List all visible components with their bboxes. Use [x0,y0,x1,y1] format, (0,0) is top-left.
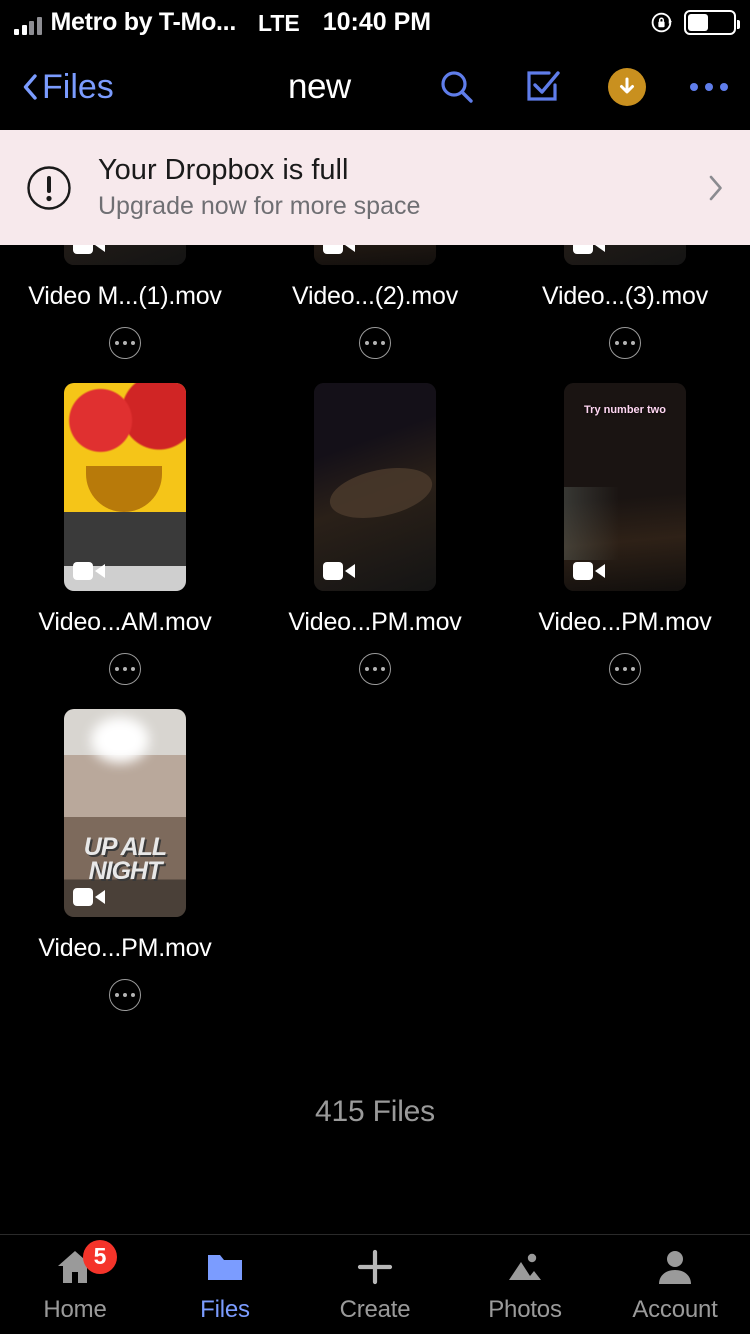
file-thumbnail[interactable]: UP ALL NIGHT [64,709,186,917]
tab-home[interactable]: 5 Home [0,1235,150,1334]
tab-create-label: Create [339,1295,411,1323]
file-name-label: Video...PM.mov [538,608,712,636]
video-camera-icon [323,562,355,580]
battery-icon [684,9,740,35]
file-grid-item[interactable]: Video M...(1).mov [0,265,250,359]
tab-files[interactable]: Files [150,1235,300,1334]
file-grid-item[interactable] [0,245,250,265]
checkbox-select-icon [527,71,560,101]
banner-subtitle: Upgrade now for more space [98,192,421,221]
file-grid-row: Video...AM.mov Video...PM.mov Try number t… [0,383,750,685]
home-badge: 5 [83,1239,117,1274]
file-grid-item[interactable]: Video...AM.mov [0,383,250,685]
video-camera-icon [73,562,105,580]
exclamation-circle-icon [27,165,71,210]
status-bar-left: Metro by T-Mo... LTE 10:40 PM [14,7,432,36]
banner-title: Your Dropbox is full [98,153,349,186]
tab-account-label: Account [632,1295,718,1323]
file-grid-item[interactable]: Video...PM.mov [250,383,500,685]
status-bar: Metro by T-Mo... LTE 10:40 PM [0,0,750,44]
storage-full-banner[interactable]: Your Dropbox is full Upgrade now for mor… [0,130,750,245]
file-thumbnail[interactable] [64,383,186,591]
thumbnail-overlay-title: UP ALL NIGHT [83,833,167,885]
folder-icon [205,1246,245,1288]
page-title: new [288,67,351,106]
file-grid-item[interactable]: Video...(2).mov [250,265,500,359]
file-thumbnail[interactable] [564,245,686,265]
tab-account[interactable]: Account [600,1235,750,1334]
file-more-button[interactable] [609,327,641,359]
video-camera-icon [73,245,105,254]
search-button[interactable] [436,66,478,108]
search-icon [441,71,473,103]
more-button[interactable] [690,83,728,91]
tab-photos[interactable]: Photos [450,1235,600,1334]
file-name-label: Video...(2).mov [291,282,459,310]
thumbnail-overlay-text: Try number two [584,403,666,416]
file-name-label: Video...PM.mov [288,608,462,636]
file-grid-item[interactable]: UP ALL NIGHT Video...PM.mov [0,709,250,1011]
file-thumbnail[interactable] [314,383,436,591]
carrier-label: Metro by T-Mo... [50,7,237,36]
plus-icon [355,1246,395,1288]
file-grid-row [0,245,750,265]
select-button[interactable] [522,66,564,108]
download-button[interactable] [608,68,646,106]
network-type-label: LTE [257,9,300,36]
nav-actions [436,66,728,108]
file-more-button[interactable] [109,653,141,685]
file-name-label: Video...AM.mov [38,608,212,636]
file-grid-item[interactable]: Video...(3).mov [500,265,750,359]
file-name-label: Video...(3).mov [541,282,709,310]
video-camera-icon [573,245,605,254]
person-icon [656,1246,694,1288]
banner-text: Your Dropbox is full Upgrade now for mor… [98,154,420,221]
file-thumbnail[interactable] [314,245,436,265]
file-count-label: 415 Files [315,1095,435,1128]
clock-label: 10:40 PM [322,7,432,36]
file-name-label: Video...PM.mov [38,934,212,962]
file-grid[interactable]: Video M...(1).mov Video...(2).mov Video...… [0,245,750,1234]
rotation-lock-icon [651,12,672,32]
more-horizontal-icon [690,83,698,91]
file-thumbnail[interactable]: Try number two [564,383,686,591]
status-bar-right [650,9,740,35]
file-grid-item[interactable]: Try number two Video...PM.mov [500,383,750,685]
download-arrow-icon [620,77,634,94]
signal-bars-icon [14,16,42,35]
tab-bar: 5 Home Files Create Photos Account [0,1234,750,1334]
chevron-left-icon [23,74,37,100]
file-more-button[interactable] [359,653,391,685]
file-grid-item[interactable] [250,245,500,265]
file-more-button[interactable] [109,979,141,1011]
chevron-right-icon [709,175,722,200]
photos-mountain-icon [505,1246,545,1288]
file-name-label: Video M...(1).mov [28,282,222,310]
app-screen: Metro by T-Mo... LTE 10:40 PM Files new [0,0,750,1334]
tab-home-label: Home [43,1295,107,1323]
video-camera-icon [573,562,605,580]
back-button-label: Files [42,67,114,106]
home-icon: 5 [55,1239,117,1288]
file-more-button[interactable] [609,653,641,685]
file-more-button[interactable] [359,327,391,359]
file-more-button[interactable] [109,327,141,359]
file-grid-row: UP ALL NIGHT Video...PM.mov [0,709,750,1011]
tab-create[interactable]: Create [300,1235,450,1334]
file-grid-item[interactable] [500,245,750,265]
tab-photos-label: Photos [488,1295,562,1323]
file-thumbnail[interactable] [64,245,186,265]
tab-files-label: Files [200,1295,250,1323]
video-camera-icon [73,888,105,906]
file-grid-row: Video M...(1).mov Video...(2).mov Video...… [0,265,750,359]
video-camera-icon [323,245,355,254]
navigation-bar: Files new [0,44,750,130]
back-button[interactable]: Files [22,68,114,107]
